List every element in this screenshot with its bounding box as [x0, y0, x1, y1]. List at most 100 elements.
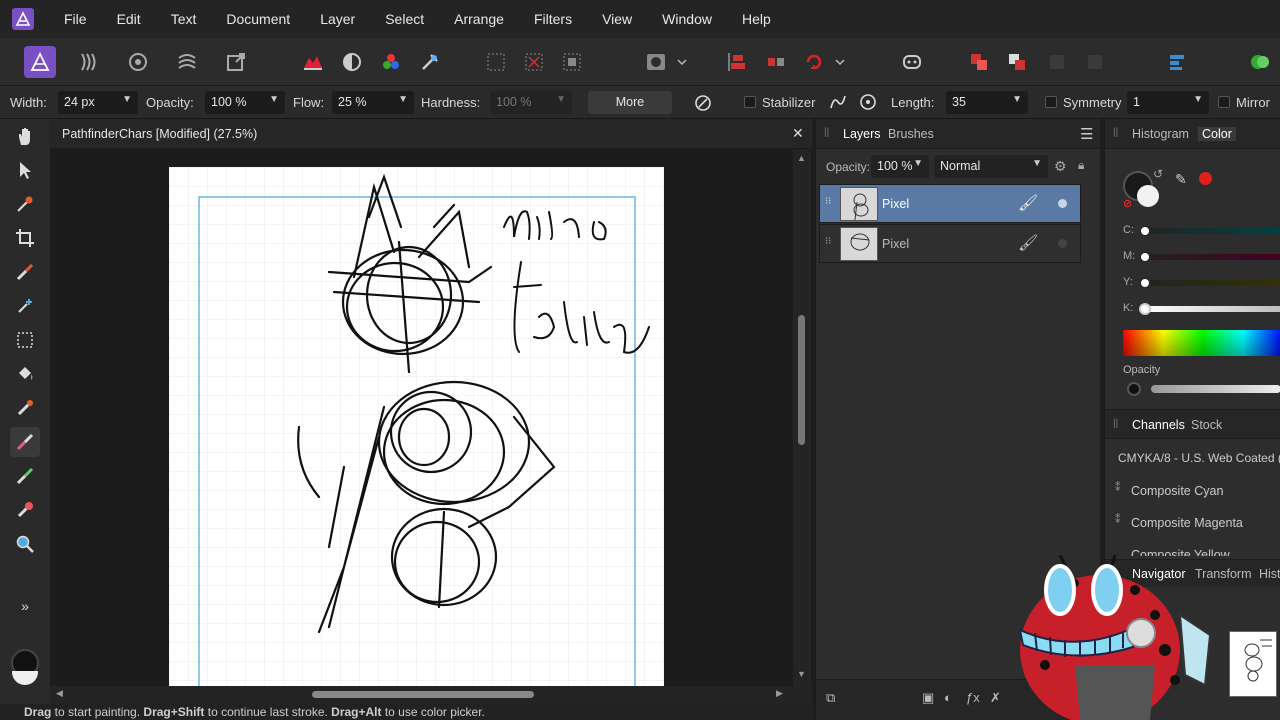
close-document-icon[interactable]: ✕	[792, 125, 804, 142]
add-mask-icon[interactable]: ▣	[922, 690, 934, 706]
live-filter-icon[interactable]: ƒx	[966, 690, 980, 705]
drag-handle-icon[interactable]: ⁝⁝	[825, 236, 831, 247]
flow-field[interactable]: 25 % ▼	[332, 91, 414, 114]
gradient-tool-icon[interactable]	[10, 393, 40, 423]
boolean-add-icon[interactable]	[963, 46, 995, 78]
menu-text[interactable]: Text	[156, 11, 212, 27]
layer-visibility-toggle[interactable]	[1058, 239, 1067, 248]
auto-white-balance-icon[interactable]	[414, 46, 446, 78]
align-panel-icon[interactable]	[1161, 46, 1193, 78]
invert-selection-icon[interactable]	[556, 46, 588, 78]
panel-grip-icon[interactable]: ||	[824, 127, 829, 138]
gear-icon[interactable]: ⚙	[1054, 158, 1067, 175]
layer-stack-icon[interactable]: ⧉	[826, 690, 835, 706]
hand-tool-icon[interactable]	[10, 121, 40, 151]
crop-tool-icon[interactable]	[10, 223, 40, 253]
boolean-xor-icon[interactable]	[1079, 46, 1111, 78]
menu-document[interactable]: Document	[211, 11, 305, 27]
boolean-subtract-icon[interactable]	[1001, 46, 1033, 78]
magenta-slider[interactable]	[1141, 254, 1280, 260]
tab-channels[interactable]: Channels	[1132, 418, 1185, 432]
panel-grip-icon[interactable]: ||	[1113, 127, 1118, 138]
drag-handle-icon[interactable]: ⁝⁝	[825, 196, 831, 207]
navigator-preview[interactable]	[1229, 631, 1277, 697]
tab-color[interactable]: Color	[1198, 127, 1236, 141]
horizontal-scrollbar[interactable]: ◀ ▶	[50, 686, 812, 704]
quick-mask-icon[interactable]	[640, 46, 672, 78]
export-persona-icon[interactable]	[220, 46, 252, 78]
menu-edit[interactable]: Edit	[102, 11, 156, 27]
zoom-tool-icon[interactable]	[10, 529, 40, 559]
swap-colors-icon[interactable]: ↺	[1153, 167, 1163, 181]
assistant-icon[interactable]	[896, 46, 928, 78]
channel-item[interactable]: Composite Magenta	[1131, 516, 1243, 530]
color-picker-tool-icon[interactable]	[10, 189, 40, 219]
width-field[interactable]: 24 px ▼	[58, 91, 138, 114]
deselect-icon[interactable]	[518, 46, 550, 78]
layer-name[interactable]: Pixel	[882, 237, 909, 251]
canvas-area[interactable]	[50, 149, 812, 686]
color-opacity-knob[interactable]	[1127, 382, 1141, 396]
select-all-icon[interactable]	[480, 46, 512, 78]
yellow-slider-knob[interactable]	[1139, 277, 1151, 289]
layer-row[interactable]: ⁝⁝ Pixel 🖌︎	[819, 224, 1081, 263]
flip-horizontal-icon[interactable]	[760, 46, 792, 78]
auto-colors-icon[interactable]	[375, 46, 407, 78]
no-color-icon[interactable]: ⊘	[1123, 197, 1132, 210]
align-icon[interactable]	[722, 46, 754, 78]
symmetry-checkbox[interactable]	[1045, 96, 1057, 108]
photo-persona-icon[interactable]	[24, 46, 56, 78]
color-opacity-slider[interactable]	[1151, 385, 1280, 393]
menu-file[interactable]: File	[49, 11, 102, 27]
boolean-intersect-icon[interactable]	[1041, 46, 1073, 78]
picked-color-swatch[interactable]	[1199, 172, 1212, 185]
snapping-icon[interactable]	[1243, 46, 1275, 78]
rotate-dropdown-icon[interactable]	[830, 46, 850, 78]
liquify-persona-icon[interactable]	[73, 46, 105, 78]
cyan-slider[interactable]	[1141, 228, 1280, 234]
yellow-slider[interactable]	[1141, 280, 1280, 286]
panel-grip-icon[interactable]: ||	[1113, 418, 1118, 429]
panel-menu-icon[interactable]: ☰	[1080, 125, 1093, 143]
selection-brush-tool-icon[interactable]	[10, 257, 40, 287]
quick-mask-dropdown-icon[interactable]	[672, 46, 692, 78]
black-slider-knob[interactable]	[1139, 303, 1151, 315]
tab-histogram[interactable]: Histogram	[1132, 127, 1189, 141]
black-slider[interactable]	[1141, 306, 1280, 312]
opacity-field[interactable]: 100 % ▼	[205, 91, 285, 114]
layer-visibility-toggle[interactable]	[1058, 199, 1067, 208]
menu-window[interactable]: Window	[647, 11, 727, 27]
length-field[interactable]: 35 ▼	[946, 91, 1028, 114]
move-tool-icon[interactable]	[10, 155, 40, 185]
tab-brushes[interactable]: Brushes	[888, 127, 934, 141]
expand-tools-icon[interactable]: »	[10, 591, 40, 621]
force-pressure-icon[interactable]	[692, 92, 714, 114]
vertical-scrollbar[interactable]: ▲ ▼	[793, 149, 811, 686]
tab-layers[interactable]: Layers	[843, 127, 881, 141]
menu-arrange[interactable]: Arrange	[439, 11, 519, 27]
menu-filters[interactable]: Filters	[519, 11, 587, 27]
horizontal-scroll-thumb[interactable]	[312, 691, 534, 698]
rope-mode-icon[interactable]	[828, 92, 848, 114]
auto-levels-icon[interactable]	[297, 46, 329, 78]
lock-icon[interactable]: 🔒︎	[1078, 158, 1084, 173]
symmetry-field[interactable]: 1 ▼	[1127, 91, 1209, 114]
paint-brush-tool-icon[interactable]	[10, 427, 40, 457]
erase-brush-tool-icon[interactable]	[10, 461, 40, 491]
mirror-checkbox[interactable]	[1218, 96, 1230, 108]
vertical-scroll-thumb[interactable]	[798, 315, 805, 445]
secondary-color-swatch[interactable]	[12, 671, 38, 685]
color-spectrum[interactable]	[1123, 330, 1280, 356]
channel-item[interactable]: Composite Cyan	[1131, 484, 1223, 498]
magenta-slider-knob[interactable]	[1139, 251, 1151, 263]
auto-contrast-icon[interactable]	[336, 46, 368, 78]
layer-opacity-field[interactable]: 100 % ▼	[871, 155, 929, 178]
more-button[interactable]: More	[588, 91, 672, 114]
stroke-color-swatch[interactable]	[1137, 185, 1159, 207]
menu-help[interactable]: Help	[727, 11, 786, 27]
marquee-tool-icon[interactable]	[10, 325, 40, 355]
tab-stock[interactable]: Stock	[1191, 418, 1222, 432]
flood-fill-tool-icon[interactable]	[10, 359, 40, 389]
menu-select[interactable]: Select	[370, 11, 439, 27]
adjustment-icon[interactable]: ◐	[944, 690, 952, 705]
